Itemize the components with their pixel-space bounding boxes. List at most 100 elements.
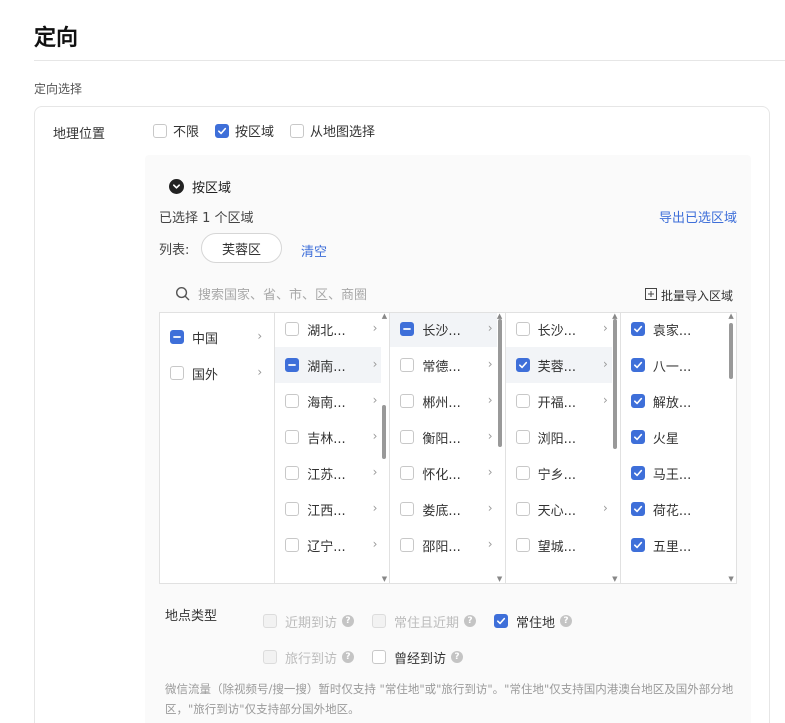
cascader-row[interactable]: 怀化... › bbox=[390, 455, 496, 491]
region-label: 中国 bbox=[192, 331, 219, 347]
region-checkbox[interactable] bbox=[400, 538, 415, 552]
region-panel-header[interactable]: 按区域 bbox=[169, 177, 231, 196]
cascader-row[interactable]: 马王... bbox=[621, 455, 728, 491]
region-checkbox[interactable] bbox=[285, 322, 300, 336]
region-checkbox[interactable] bbox=[515, 466, 530, 480]
region-checkbox[interactable] bbox=[515, 358, 530, 372]
selected-region-tag[interactable]: 芙蓉区 bbox=[201, 233, 283, 263]
location-type-checkbox[interactable] bbox=[372, 614, 387, 628]
geo-option-checkbox[interactable] bbox=[215, 123, 230, 138]
help-icon[interactable]: ? bbox=[342, 651, 355, 663]
cascader-row[interactable]: 湖南... › bbox=[275, 347, 382, 383]
cascader-row[interactable]: 浏阳... bbox=[506, 419, 612, 455]
chevron-right-icon: › bbox=[487, 393, 493, 407]
scrollbar-thumb[interactable] bbox=[612, 319, 617, 449]
cascader-row[interactable]: 荷花... bbox=[621, 491, 728, 527]
cascader-row[interactable]: 海南... › bbox=[275, 383, 381, 419]
help-icon[interactable]: ? bbox=[451, 651, 464, 663]
scroll-up-arrow-icon[interactable]: ▲ bbox=[381, 313, 387, 320]
cascader-row[interactable]: 衡阳... › bbox=[390, 419, 496, 455]
cascader-row[interactable]: 辽宁... › bbox=[275, 527, 381, 563]
scroll-down-arrow-icon[interactable]: ▼ bbox=[381, 576, 387, 583]
help-icon[interactable]: ? bbox=[342, 615, 355, 627]
bulk-import-button[interactable]: 批量导入区域 bbox=[644, 287, 733, 304]
help-icon[interactable]: ? bbox=[560, 615, 573, 627]
region-checkbox[interactable] bbox=[285, 466, 300, 480]
geo-option[interactable]: 不限 bbox=[153, 121, 199, 140]
region-checkbox[interactable] bbox=[630, 358, 645, 372]
region-checkbox[interactable] bbox=[630, 430, 645, 444]
location-type-checkbox[interactable] bbox=[494, 614, 509, 628]
region-checkbox[interactable] bbox=[400, 466, 415, 480]
cascader-row[interactable]: 江西... › bbox=[275, 491, 381, 527]
location-type-checkbox[interactable] bbox=[372, 650, 387, 664]
scrollbar-thumb[interactable] bbox=[729, 323, 734, 379]
cascader-row[interactable]: 天心... › bbox=[506, 491, 612, 527]
help-icon[interactable]: ? bbox=[464, 615, 477, 627]
region-search-input[interactable] bbox=[198, 287, 558, 303]
region-checkbox[interactable] bbox=[285, 502, 300, 516]
region-checkbox[interactable] bbox=[285, 538, 300, 552]
clear-link[interactable]: 清空 bbox=[301, 241, 327, 260]
cascader-row[interactable]: 娄底... › bbox=[390, 491, 496, 527]
cascader-row[interactable]: 郴州... › bbox=[390, 383, 496, 419]
geo-option-checkbox[interactable] bbox=[290, 123, 305, 138]
scroll-down-arrow-icon[interactable]: ▼ bbox=[497, 576, 503, 583]
scrollbar-thumb[interactable] bbox=[382, 405, 387, 459]
region-checkbox[interactable] bbox=[515, 394, 530, 408]
cascader-row[interactable]: 望城... bbox=[506, 527, 612, 563]
region-checkbox[interactable] bbox=[170, 330, 184, 344]
region-checkbox[interactable] bbox=[285, 394, 300, 408]
region-label: 浏阳... bbox=[537, 431, 577, 447]
cascader-row[interactable]: 中国 › bbox=[160, 319, 266, 355]
region-checkbox[interactable] bbox=[400, 358, 415, 372]
cascader-row[interactable]: 邵阳... › bbox=[390, 527, 496, 563]
scroll-down-arrow-icon[interactable]: ▼ bbox=[612, 576, 618, 583]
cascader-column: 长沙... › 常德... › 郴州... › 衡阳... › 怀化... › 娄底... › 邵阳..… bbox=[390, 313, 506, 583]
scroll-up-arrow-icon[interactable]: ▲ bbox=[728, 313, 734, 320]
region-checkbox[interactable] bbox=[285, 358, 300, 372]
location-type-options: 近期到访? 常住且近期? 常住地? 旅行到访? 曾经到访? bbox=[263, 603, 590, 675]
region-checkbox[interactable] bbox=[400, 502, 415, 516]
cascader-row[interactable]: 火星 bbox=[621, 419, 728, 455]
cascader-row[interactable]: 解放... bbox=[621, 383, 728, 419]
region-checkbox[interactable] bbox=[515, 538, 530, 552]
export-selected-link[interactable]: 导出已选区域 bbox=[659, 207, 737, 226]
cascader-row[interactable]: 江苏... › bbox=[275, 455, 381, 491]
geo-option[interactable]: 按区域 bbox=[215, 121, 274, 140]
region-label: 马王... bbox=[652, 467, 692, 483]
region-checkbox[interactable] bbox=[630, 502, 645, 516]
region-checkbox[interactable] bbox=[400, 394, 415, 408]
cascader-row[interactable]: 常德... › bbox=[390, 347, 496, 383]
cascader-row[interactable]: 国外 › bbox=[160, 355, 266, 391]
region-checkbox[interactable] bbox=[515, 502, 530, 516]
region-checkbox[interactable] bbox=[400, 322, 415, 336]
location-type-checkbox[interactable] bbox=[263, 614, 277, 628]
location-type-option[interactable]: 曾经到访? bbox=[372, 648, 464, 667]
cascader-row[interactable]: 长沙... › bbox=[506, 313, 612, 347]
cascader-row[interactable]: 宁乡... bbox=[506, 455, 612, 491]
cascader-row[interactable]: 湖北... › bbox=[275, 313, 381, 347]
region-checkbox[interactable] bbox=[515, 430, 530, 444]
region-checkbox[interactable] bbox=[515, 322, 530, 336]
region-checkbox[interactable] bbox=[170, 366, 184, 380]
scroll-down-arrow-icon[interactable]: ▼ bbox=[728, 576, 734, 583]
cascader-row[interactable]: 开福... › bbox=[506, 383, 612, 419]
cascader-row[interactable]: 八一... bbox=[621, 347, 728, 383]
location-type-option[interactable]: 常住地? bbox=[494, 612, 573, 631]
cascader-row[interactable]: 袁家... bbox=[621, 313, 728, 347]
cascader-row[interactable]: 五里... bbox=[621, 527, 728, 563]
region-checkbox[interactable] bbox=[285, 430, 300, 444]
cascader-row[interactable]: 吉林... › bbox=[275, 419, 381, 455]
location-type-checkbox[interactable] bbox=[263, 650, 277, 664]
geo-option[interactable]: 从地图选择 bbox=[290, 121, 375, 140]
region-checkbox[interactable] bbox=[400, 430, 415, 444]
region-checkbox[interactable] bbox=[630, 394, 645, 408]
region-checkbox[interactable] bbox=[630, 322, 645, 336]
cascader-row[interactable]: 芙蓉... › bbox=[505, 347, 612, 383]
cascader-row[interactable]: 长沙... › bbox=[390, 313, 497, 347]
region-checkbox[interactable] bbox=[630, 466, 645, 480]
region-checkbox[interactable] bbox=[630, 538, 645, 552]
geo-option-checkbox[interactable] bbox=[153, 123, 167, 138]
scrollbar-thumb[interactable] bbox=[497, 319, 502, 447]
